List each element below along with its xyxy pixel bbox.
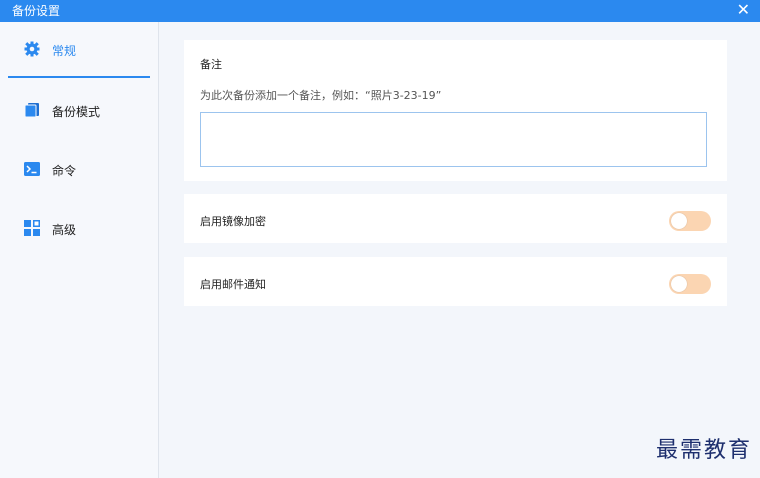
email-notification-label: 启用邮件通知 bbox=[200, 278, 266, 291]
grid-icon bbox=[24, 220, 40, 236]
active-indicator bbox=[8, 76, 150, 78]
note-description: 为此次备份添加一个备注，例如：“照片3-23-19” bbox=[200, 89, 442, 102]
title-bar: 备份设置 ✕ bbox=[0, 0, 760, 22]
toggle-knob bbox=[671, 213, 687, 229]
sidebar-item-label: 高级 bbox=[52, 223, 77, 237]
sidebar-item-label: 命令 bbox=[52, 164, 77, 178]
note-heading: 备注 bbox=[200, 58, 222, 71]
mirror-encryption-toggle[interactable] bbox=[669, 211, 711, 231]
watermark: 最需教育 bbox=[655, 438, 752, 463]
note-card: 备注 为此次备份添加一个备注，例如：“照片3-23-19” bbox=[184, 40, 727, 181]
sidebar-item-commands[interactable]: 命令 bbox=[0, 152, 158, 186]
main-panel: 备注 为此次备份添加一个备注，例如：“照片3-23-19” 启用镜像加密 启用邮… bbox=[159, 22, 760, 478]
sidebar: 常规 备份模式 命令 高级 bbox=[0, 22, 159, 478]
terminal-icon bbox=[24, 162, 40, 176]
window-title: 备份设置 bbox=[12, 4, 61, 18]
sidebar-item-general[interactable]: 常规 bbox=[0, 32, 158, 78]
sidebar-item-backup-mode[interactable]: 备份模式 bbox=[0, 93, 158, 127]
backup-mode-icon bbox=[24, 103, 39, 118]
sidebar-item-label: 备份模式 bbox=[52, 105, 101, 119]
mirror-encryption-label: 启用镜像加密 bbox=[200, 215, 266, 228]
gear-icon bbox=[24, 41, 40, 57]
sidebar-item-label: 常规 bbox=[52, 44, 77, 58]
email-notification-toggle[interactable] bbox=[669, 274, 711, 294]
toggle-knob bbox=[671, 276, 687, 292]
close-icon[interactable]: ✕ bbox=[737, 0, 750, 20]
note-input[interactable] bbox=[200, 112, 707, 167]
sidebar-item-advanced[interactable]: 高级 bbox=[0, 211, 158, 245]
mirror-encryption-card: 启用镜像加密 bbox=[184, 194, 727, 243]
email-notification-card: 启用邮件通知 bbox=[184, 257, 727, 306]
